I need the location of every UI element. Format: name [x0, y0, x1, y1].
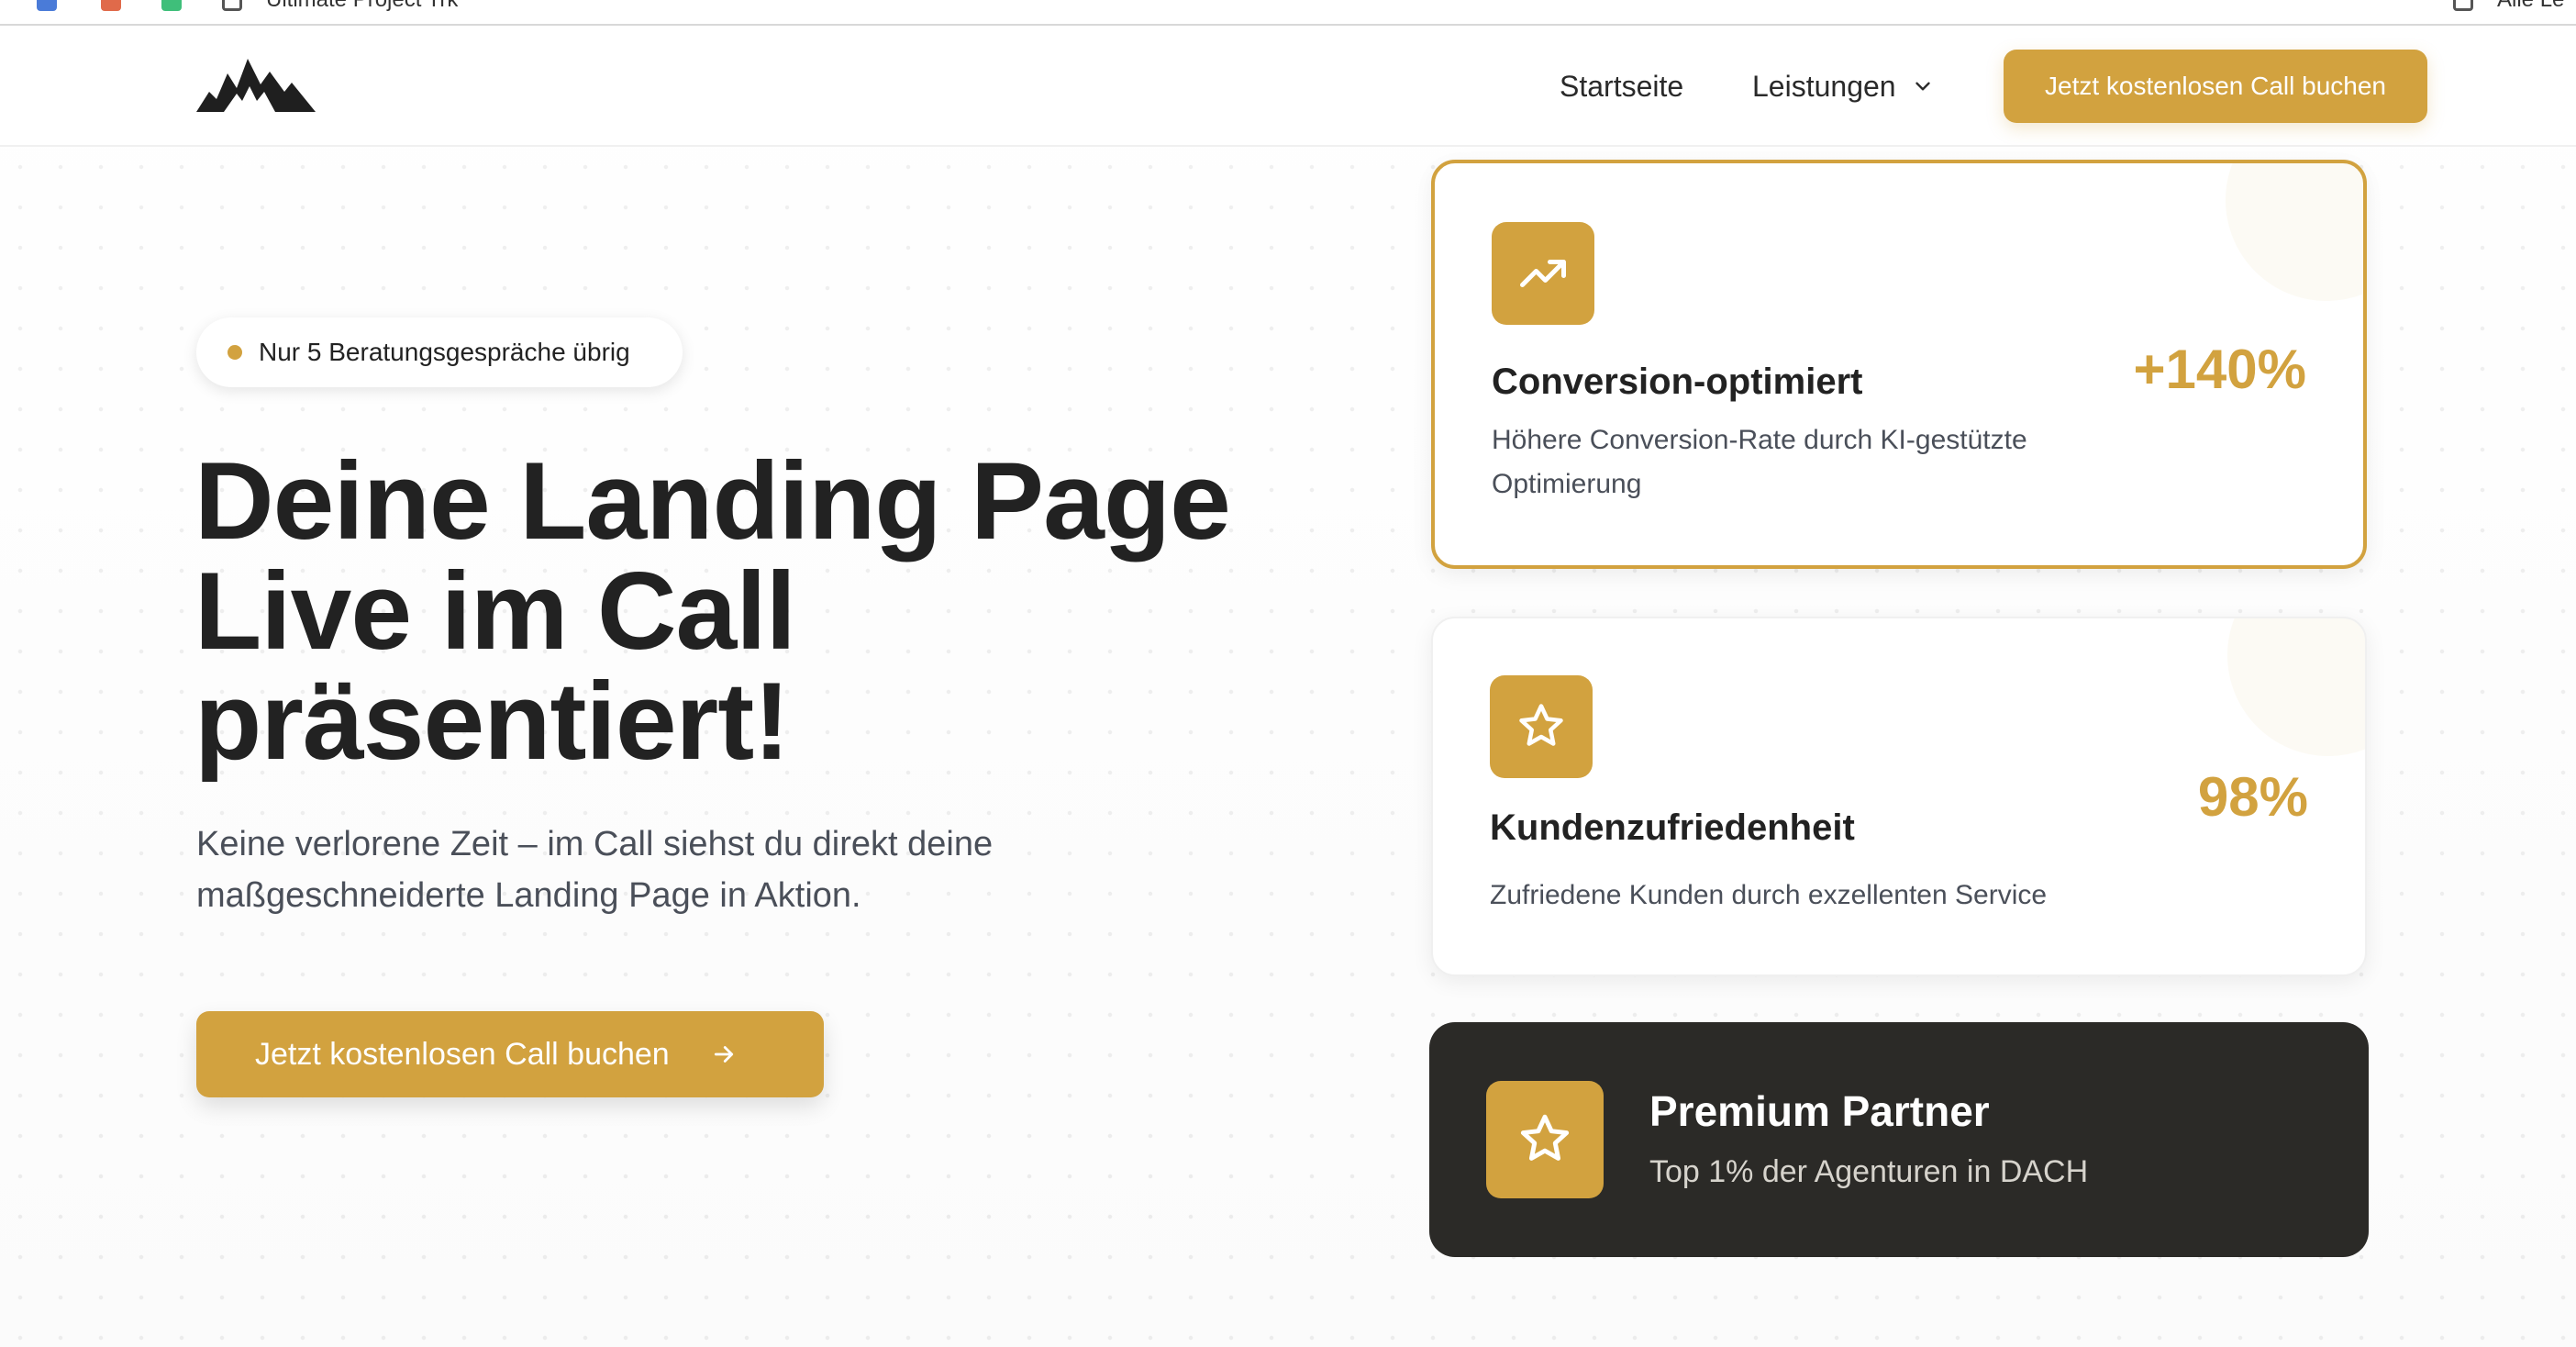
tab-favicon-icon[interactable] — [101, 0, 121, 11]
hero-title-line: Deine Landing Page — [194, 440, 1231, 562]
hero-subtitle-line: Keine verlorene Zeit – im Call siehst du… — [196, 825, 994, 863]
star-icon — [1486, 1081, 1604, 1198]
partner-subtitle: Top 1% der Agenturen in DACH — [1649, 1154, 2089, 1189]
card-stat: +140% — [2133, 339, 2307, 400]
card-title: Conversion-optimiert — [1492, 362, 1863, 402]
card-description-line: Optimierung — [1492, 469, 1642, 499]
top-navbar: Startseite Leistungen Jetzt kostenlosen … — [0, 28, 2576, 147]
trending-up-icon — [1492, 222, 1594, 325]
badge-text: Nur 5 Beratungsgespräche übrig — [259, 338, 630, 366]
bookmark-label[interactable]: Alle Le — [2497, 0, 2564, 13]
tab-favicon-icon[interactable] — [37, 0, 57, 11]
star-icon — [1490, 675, 1593, 778]
feature-card-conversion: Conversion-optimiert Höhere Conversion-R… — [1431, 160, 2367, 569]
nav-link-startseite[interactable]: Startseite — [1560, 64, 1683, 108]
card-description-line: Zufriedene Kunden durch exzellenten Serv… — [1490, 880, 2048, 910]
folder-icon[interactable] — [2453, 0, 2473, 11]
availability-badge: Nur 5 Beratungsgespräche übrig — [196, 317, 683, 387]
hero-subtitle-line: maßgeschneiderte Landing Page in Aktion. — [196, 876, 861, 915]
bookmark-label[interactable]: Ultimate Project Trk — [266, 0, 458, 13]
landing-page: Ultimate Project Trk Alle Le Startseite … — [0, 0, 2576, 1347]
hero-cta-label: Jetzt kostenlosen Call buchen — [255, 1036, 670, 1072]
nav-link-leistungen-label: Leistungen — [1752, 70, 1896, 103]
hero-book-call-button[interactable]: Jetzt kostenlosen Call buchen — [196, 1011, 824, 1097]
tab-favicon-icon[interactable] — [161, 0, 182, 11]
card-description: Zufriedene Kunden durch exzellenten Serv… — [1490, 874, 2150, 918]
card-title: Kundenzufriedenheit — [1490, 807, 1855, 848]
feature-card-satisfaction: Kundenzufriedenheit Zufriedene Kunden du… — [1431, 617, 2367, 976]
premium-partner-card: Premium Partner Top 1% der Agenturen in … — [1429, 1022, 2369, 1257]
card-stat: 98% — [2197, 766, 2308, 828]
hero-title-line: Live im Call — [194, 550, 796, 673]
card-decoration — [2226, 163, 2363, 301]
nav-book-call-button[interactable]: Jetzt kostenlosen Call buchen — [2004, 50, 2427, 123]
chevron-down-icon — [1915, 82, 1930, 91]
hero-subtitle: Keine verlorene Zeit – im Call siehst du… — [196, 818, 1114, 921]
folder-icon[interactable] — [222, 0, 242, 11]
card-decoration — [2227, 618, 2365, 756]
mountain-logo-icon[interactable] — [196, 55, 316, 119]
card-description: Höhere Conversion-Rate durch KI-gestützt… — [1492, 418, 2152, 507]
hero-title-line: präsentiert! — [194, 660, 790, 783]
hero-title: Deine Landing Page Live im Call präsenti… — [194, 446, 1387, 776]
status-dot-icon — [228, 345, 242, 360]
arrow-right-icon — [714, 1046, 733, 1063]
browser-tab-strip: Ultimate Project Trk Alle Le — [0, 0, 2576, 26]
nav-link-leistungen[interactable]: Leistungen — [1752, 64, 1935, 108]
card-description-line: Höhere Conversion-Rate durch KI-gestützt… — [1492, 425, 2027, 455]
partner-title: Premium Partner — [1649, 1087, 1990, 1135]
